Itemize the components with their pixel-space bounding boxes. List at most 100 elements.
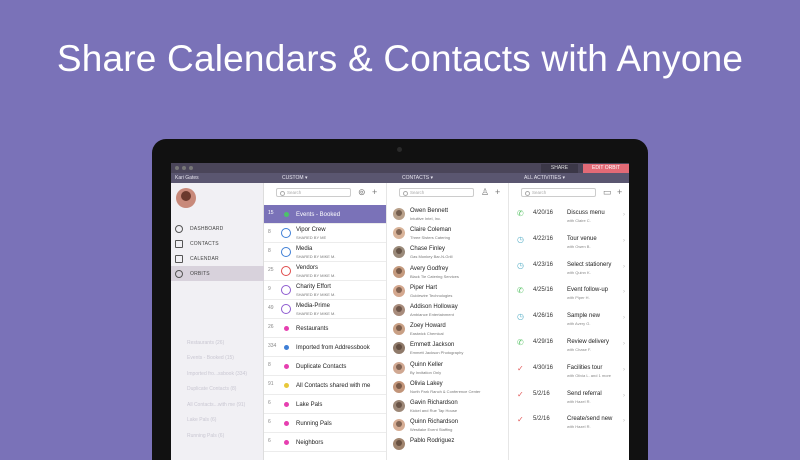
contact-row[interactable]: Emmett Jackson Emmett Jackson Photography — [387, 339, 508, 358]
chevron-right-icon[interactable]: › — [623, 418, 625, 424]
orbit-count: 49 — [268, 305, 274, 311]
faded-item[interactable]: Lake Pals (6) — [171, 413, 264, 429]
orbit-row[interactable]: 8 Duplicate Contacts — [264, 357, 386, 376]
sidebar-item-dashboard[interactable]: DASHBOARD — [171, 221, 264, 236]
orbit-row[interactable]: 8 Media SHARED BY MIKE M. — [264, 243, 386, 262]
faded-item[interactable]: Duplicate Contacts (8) — [171, 382, 264, 398]
contact-row[interactable]: Zoey Howard Eastwick Chemical — [387, 320, 508, 339]
faded-item[interactable]: Running Pals (6) — [171, 428, 264, 444]
activity-row[interactable]: ◷ 4/23/16 Select stationery with Quinn K. › — [509, 257, 629, 283]
contact-row[interactable]: Addison Holloway Ambiance Entertainment — [387, 301, 508, 320]
activity-row[interactable]: ✆ 4/25/16 Event follow-up with Piper H. › — [509, 282, 629, 308]
contact-row[interactable]: Gavin Richardson Kickel and Rue Tap House — [387, 397, 508, 416]
add-icon[interactable]: + — [372, 187, 377, 197]
chevron-right-icon[interactable]: › — [623, 264, 625, 270]
activity-title: Send referral — [567, 390, 602, 397]
sidebar-item-contacts[interactable]: CONTACTS — [171, 236, 264, 251]
chevron-right-icon[interactable]: › — [623, 238, 625, 244]
orbit-shared-by: SHARED BY MIKE M. — [296, 292, 336, 297]
orbit-row[interactable]: 25 Vendors SHARED BY MIKE M. — [264, 262, 386, 281]
contact-organization: Three Sisters Catering — [410, 235, 451, 241]
activity-row[interactable]: ◷ 4/22/16 Tour venue with Owen B. › — [509, 231, 629, 257]
activity-row[interactable]: ✓ 4/30/16 Facilities tour with Olivia L. an… — [509, 360, 629, 386]
orbit-title: Imported from Addressbook — [296, 344, 370, 351]
sidebar-item-calendar[interactable]: CALENDAR — [171, 251, 264, 266]
chevron-right-icon[interactable]: › — [623, 341, 625, 347]
add-icon[interactable]: + — [495, 187, 500, 197]
orbit-row[interactable]: 6 Lake Pals — [264, 395, 386, 414]
activity-row[interactable]: ◷ 4/26/16 Sample new with Avery G. › — [509, 308, 629, 334]
contact-row[interactable]: Quinn Keller By Invitation Only — [387, 359, 508, 378]
calendar-icon[interactable]: ▭ — [603, 187, 612, 197]
chevron-right-icon[interactable]: › — [623, 367, 625, 373]
orbit-row[interactable]: 15 Events - Booked — [264, 205, 386, 224]
faded-item[interactable]: Restaurants (26) — [171, 335, 264, 351]
sidebar-item-label: DASHBOARD — [190, 225, 224, 232]
activity-participants: with Olivia L. and 1 more — [567, 372, 612, 378]
phone-icon: ✆ — [517, 286, 524, 296]
contact-avatar — [393, 419, 405, 432]
contacts-dropdown[interactable]: CONTACTS ▾ — [402, 175, 433, 181]
app-screen: SHARE EDIT ORBIT Kari Gates CUSTOM ▾ CON… — [171, 163, 629, 460]
orbit-settings-icon[interactable]: ⊚ — [358, 187, 366, 197]
orbit-title: Restaurants — [296, 325, 329, 332]
chevron-right-icon[interactable]: › — [623, 315, 625, 321]
orbit-count: 91 — [268, 381, 274, 387]
contact-row[interactable]: Avery Godfrey Black Tie Catering Services — [387, 263, 508, 282]
person-icon[interactable]: ♙ — [481, 187, 489, 197]
activities-search-input[interactable]: Search — [521, 188, 596, 197]
orbit-row[interactable]: 8 Vipor Crew SHARED BY ME — [264, 224, 386, 243]
activity-date: 5/2/16 — [533, 390, 550, 397]
orbits-search-input[interactable]: Search — [276, 188, 351, 197]
check-icon: ✓ — [517, 389, 524, 399]
orbit-row[interactable]: 6 Neighbors — [264, 433, 386, 452]
share-button[interactable]: SHARE — [541, 164, 578, 173]
chevron-right-icon[interactable]: › — [623, 393, 625, 399]
chevron-right-icon[interactable]: › — [623, 212, 625, 218]
edit-orbit-button[interactable]: EDIT ORBIT — [583, 164, 629, 173]
activity-row[interactable]: ✓ 5/2/16 Create/send new with Hazel R. › — [509, 411, 629, 437]
orbit-row[interactable]: 26 Restaurants — [264, 319, 386, 338]
contacts-column: Search ♙ + Owen Bennett Intuitive Intel, … — [387, 183, 509, 460]
contact-row[interactable]: Claire Coleman Three Sisters Catering — [387, 224, 508, 243]
contact-name: Chase Finley — [410, 246, 446, 253]
orbit-count: 15 — [268, 210, 274, 216]
add-icon[interactable]: + — [617, 187, 622, 197]
custom-dropdown[interactable]: CUSTOM ▾ — [282, 175, 307, 181]
activities-dropdown[interactable]: ALL ACTIVITIES ▾ — [524, 175, 565, 181]
orbit-row[interactable]: 9 Charity Effort SHARED BY MIKE M. — [264, 281, 386, 300]
contact-row[interactable]: Owen Bennett Intuitive Intel, Inc. — [387, 205, 508, 224]
contact-name: Claire Coleman — [410, 227, 452, 234]
contact-row[interactable]: Piper Hart Guidewire Technologies — [387, 282, 508, 301]
orbit-row[interactable]: 91 All Contacts shared with me — [264, 376, 386, 395]
faded-item[interactable]: All Contacts...with me (91) — [171, 397, 264, 413]
activity-row[interactable]: ✆ 4/29/16 Review delivery with Chase F. › — [509, 334, 629, 360]
check-icon: ✓ — [517, 363, 524, 373]
orbit-row[interactable]: 6 Running Pals — [264, 414, 386, 433]
orbit-row[interactable]: 49 Media-Prime SHARED BY MIKE M. — [264, 300, 386, 319]
faded-item[interactable]: Events - Booked (15) — [171, 351, 264, 367]
activity-title: Create/send new — [567, 416, 613, 423]
orbit-count: 6 — [268, 400, 271, 406]
contact-row[interactable]: Quinn Richardson Westlake Event Staffing — [387, 416, 508, 435]
contact-avatar — [393, 438, 405, 451]
orbit-title: Media-Prime — [296, 303, 331, 309]
activity-row[interactable]: ✓ 5/2/16 Send referral with Hazel R. › — [509, 386, 629, 412]
orbit-title: Vipor Crew — [296, 227, 326, 233]
chevron-right-icon[interactable]: › — [623, 289, 625, 295]
contact-row[interactable]: Olivia Lakey North Park Ranch & Conferenc… — [387, 378, 508, 397]
avatar[interactable] — [176, 188, 196, 208]
orbit-dot-icon — [284, 420, 289, 426]
activity-row[interactable]: ✆ 4/20/16 Discuss menu with Claire C. › — [509, 205, 629, 231]
contact-row[interactable]: Pablo Rodriguez — [387, 435, 508, 454]
contact-name: Pablo Rodriguez — [410, 438, 455, 445]
contact-name: Owen Bennett — [410, 208, 449, 214]
orbit-row[interactable]: 334 Imported from Addressbook — [264, 338, 386, 357]
faded-item[interactable]: Imported fro...ssbook (334) — [171, 366, 264, 382]
sidebar-item-orbits[interactable]: ORBITS — [171, 266, 264, 281]
orbit-ring-icon — [281, 228, 291, 238]
contacts-search-input[interactable]: Search — [399, 188, 474, 197]
orbit-dot-icon — [284, 363, 289, 369]
contact-row[interactable]: Chase Finley Gas Monkey Bar-N-Grill — [387, 243, 508, 262]
window-controls[interactable] — [175, 166, 193, 170]
